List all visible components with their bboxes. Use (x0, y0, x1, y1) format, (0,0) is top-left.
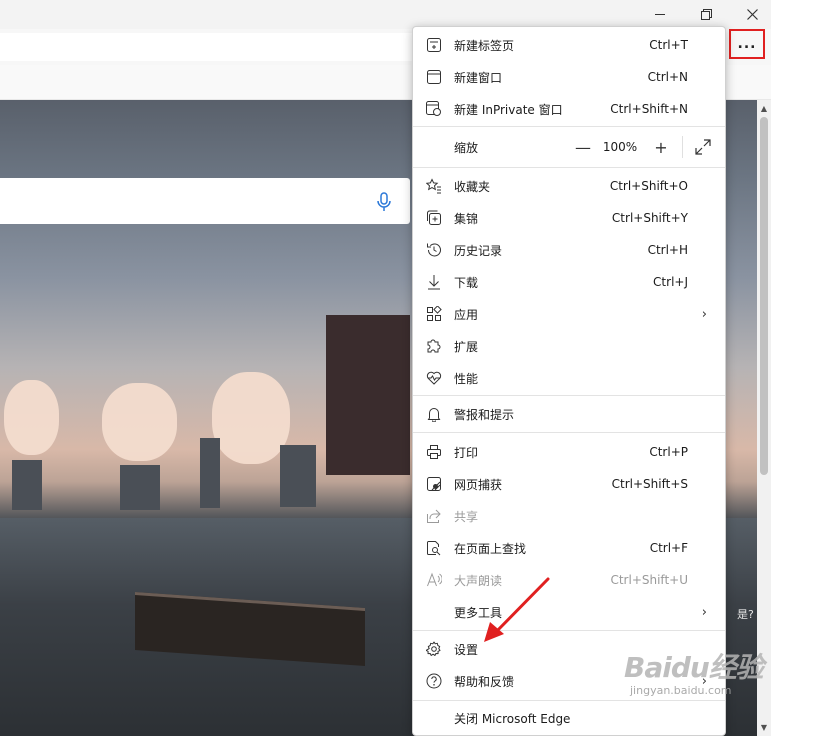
inprivate-icon (426, 101, 442, 117)
scroll-thumb[interactable] (760, 117, 768, 475)
settings-and-more-button[interactable]: ... (729, 29, 765, 59)
baidu-watermark: Baidu经验 jingyan.baidu.com (624, 651, 764, 697)
bell-icon (426, 406, 442, 422)
menu-divider (413, 432, 725, 433)
menu-item-close-edge[interactable]: 关闭 Microsoft Edge (413, 702, 725, 734)
close-window-button[interactable] (729, 0, 775, 29)
annotation-arrow-icon (484, 577, 550, 642)
close-icon (746, 9, 758, 20)
zoom-level: 100% (602, 140, 638, 154)
zoom-in-button[interactable]: + (651, 138, 671, 157)
download-icon (426, 274, 442, 290)
new-tab-icon (426, 37, 442, 53)
restore-icon (700, 9, 712, 20)
menu-item-print[interactable]: 打印 Ctrl+P (413, 436, 725, 468)
menu-item-collections[interactable]: 集锦 Ctrl+Shift+Y (413, 202, 725, 234)
menu-divider (413, 126, 725, 127)
find-on-page-icon (426, 540, 442, 556)
menu-item-read-aloud[interactable]: 大声朗读 Ctrl+Shift+U (413, 564, 725, 596)
web-capture-icon (426, 476, 442, 492)
title-bar (0, 0, 771, 29)
web-search-box[interactable] (0, 178, 410, 224)
blurred-region (212, 372, 290, 464)
menu-item-new-tab[interactable]: 新建标签页 Ctrl+T (413, 29, 725, 61)
menu-divider (413, 395, 725, 396)
building (120, 465, 160, 510)
history-icon (426, 242, 442, 258)
chevron-right-icon: › (701, 306, 707, 322)
building (200, 438, 220, 508)
menu-item-zoom: 缩放 — 100% + (413, 130, 725, 164)
menu-item-more-tools[interactable]: 更多工具 › (413, 596, 725, 628)
blurred-region (102, 383, 177, 461)
menu-item-extensions[interactable]: 扩展 (413, 330, 725, 362)
read-aloud-icon (426, 572, 442, 588)
restore-button[interactable] (683, 0, 729, 29)
help-question-icon (426, 673, 442, 689)
chevron-right-icon: › (701, 604, 707, 620)
zoom-out-button[interactable]: — (573, 138, 593, 157)
menu-item-share[interactable]: 共享 (413, 500, 725, 532)
scroll-up-arrow-icon[interactable]: ▲ (757, 101, 771, 115)
menu-divider (413, 167, 725, 168)
menu-item-performance[interactable]: 性能 (413, 362, 725, 394)
zoom-divider (682, 136, 683, 158)
building (12, 460, 42, 510)
minimize-icon (655, 14, 665, 15)
menu-item-alerts[interactable]: 警报和提示 (413, 398, 725, 430)
menu-item-find-on-page[interactable]: 在页面上查找 Ctrl+F (413, 532, 725, 564)
minimize-button[interactable] (637, 0, 683, 29)
building (326, 315, 410, 475)
printer-icon (426, 444, 442, 460)
extensions-puzzle-icon (426, 338, 442, 354)
menu-item-downloads[interactable]: 下载 Ctrl+J (413, 266, 725, 298)
menu-item-new-inprivate[interactable]: 新建 InPrivate 窗口 Ctrl+Shift+N (413, 93, 725, 125)
menu-item-apps[interactable]: 应用 › (413, 298, 725, 330)
collections-icon (426, 210, 442, 226)
microphone-icon[interactable] (376, 192, 392, 212)
favorites-star-icon (426, 178, 442, 194)
menu-item-favorites[interactable]: 收藏夹 Ctrl+Shift+O (413, 170, 725, 202)
settings-and-more-menu: 新建标签页 Ctrl+T 新建窗口 Ctrl+N 新建 InPrivate 窗口… (412, 26, 726, 736)
menu-item-history[interactable]: 历史记录 Ctrl+H (413, 234, 725, 266)
menu-divider (413, 630, 725, 631)
menu-item-web-capture[interactable]: 网页捕获 Ctrl+Shift+S (413, 468, 725, 500)
more-label: ... (737, 36, 757, 52)
new-window-icon (426, 69, 442, 85)
building (280, 445, 316, 507)
share-icon (426, 508, 442, 524)
performance-heart-icon (426, 370, 442, 386)
apps-icon (426, 306, 442, 322)
menu-divider (413, 700, 725, 701)
fullscreen-icon[interactable] (695, 139, 711, 155)
gear-icon (426, 641, 442, 657)
page-partial-text: 是? (737, 608, 754, 621)
scroll-down-arrow-icon[interactable]: ▼ (757, 720, 771, 734)
menu-item-new-window[interactable]: 新建窗口 Ctrl+N (413, 61, 725, 93)
blurred-region (4, 380, 59, 455)
